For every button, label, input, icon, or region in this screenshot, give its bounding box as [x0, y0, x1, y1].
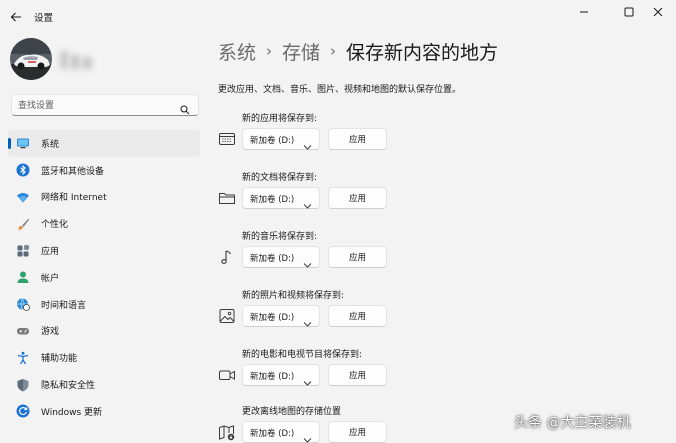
drive-select[interactable]: 新加卷 (D:) — [242, 187, 320, 209]
page-title: 保存新内容的地方 — [346, 41, 499, 64]
apply-button[interactable]: 应用 — [328, 187, 387, 209]
drive-select[interactable]: 新加卷 (D:) — [242, 246, 320, 268]
update-icon — [16, 404, 30, 418]
sidebar-item-label: Windows 更新 — [41, 407, 103, 418]
breadcrumb-system[interactable]: 系统 — [218, 38, 256, 65]
sidebar-item-system[interactable]: 系统 — [8, 130, 200, 157]
app-window-icon — [218, 130, 236, 148]
page-description: 更改应用、文档、音乐、图片、视频和地图的默认保存位置。 — [218, 85, 462, 95]
drive-select[interactable]: 新加卷 (D:) — [242, 305, 320, 327]
breadcrumb-separator: › — [330, 42, 337, 60]
chevron-down-icon — [303, 313, 312, 327]
close-button[interactable] — [640, 0, 676, 22]
sidebar-item-personalization[interactable]: 个性化 — [8, 210, 200, 237]
wifi-icon — [16, 190, 30, 204]
drive-select-value: 新加卷 (D:) — [250, 429, 295, 439]
sidebar-item-windows-update[interactable]: Windows 更新 — [8, 398, 200, 425]
sidebar-item-label: 蓝牙和其他设备 — [41, 166, 105, 177]
minimize-icon — [579, 2, 589, 21]
drive-select[interactable]: 新加卷 (D:) — [242, 364, 320, 386]
drive-select[interactable]: 新加卷 (D:) — [242, 421, 320, 443]
apply-button[interactable]: 应用 — [328, 421, 387, 443]
sidebar-item-accessibility[interactable]: 辅助功能 — [8, 344, 200, 371]
music-note-icon — [218, 248, 236, 266]
chevron-down-icon — [303, 372, 312, 386]
sidebar-item-label: 时间和语言 — [41, 300, 87, 311]
account-icon — [16, 270, 30, 284]
chevron-down-icon — [303, 136, 312, 150]
gamepad-icon — [16, 324, 30, 338]
save-row-photos-videos: 新的照片和视频将保存到: 新加卷 (D:) 应用 — [218, 288, 598, 340]
sidebar-item-accounts[interactable]: 帐户 — [8, 264, 200, 291]
back-arrow-icon[interactable] — [9, 9, 23, 23]
shield-icon — [16, 378, 30, 392]
bluetooth-icon — [16, 163, 30, 177]
apply-button[interactable]: 应用 — [328, 305, 387, 327]
avatar[interactable] — [10, 38, 52, 80]
maximize-icon — [624, 2, 634, 21]
drive-select-value: 新加卷 (D:) — [250, 195, 295, 205]
chevron-down-icon — [303, 195, 312, 209]
minimize-button[interactable] — [566, 0, 602, 22]
sidebar-item-label: 帐户 — [41, 273, 60, 284]
watermark: 头条 @大白菜装机 — [514, 415, 631, 431]
accessibility-icon — [16, 351, 30, 365]
sidebar-item-label: 系统 — [41, 139, 60, 150]
drive-select-value: 新加卷 (D:) — [250, 254, 295, 264]
sidebar-item-privacy[interactable]: 隐私和安全性 — [8, 371, 200, 398]
sidebar-item-bluetooth[interactable]: 蓝牙和其他设备 — [8, 157, 200, 184]
search-input[interactable] — [18, 98, 178, 113]
globe-clock-icon — [16, 297, 30, 312]
sidebar-nav: 系统 蓝牙和其他设备 网络和 Internet 个性化 应用 帐户 时间和语言 … — [8, 130, 200, 425]
drive-select[interactable]: 新加卷 (D:) — [242, 128, 320, 150]
breadcrumb: 系统 › 存储 › 保存新内容的地方 — [218, 38, 498, 64]
drive-select-value: 新加卷 (D:) — [250, 372, 295, 382]
save-row-music: 新的音乐将保存到: 新加卷 (D:) 应用 — [218, 229, 598, 281]
sidebar-item-time-language[interactable]: 时间和语言 — [8, 291, 200, 318]
close-icon — [653, 2, 663, 21]
search-box[interactable] — [11, 94, 199, 116]
chevron-down-icon — [303, 429, 312, 443]
sidebar-item-label: 辅助功能 — [41, 354, 78, 365]
save-row-movies-tv: 新的电影和电视节目将保存到: 新加卷 (D:) 应用 — [218, 347, 598, 399]
title-bar: 设置 — [0, 0, 676, 32]
map-download-icon — [218, 423, 236, 441]
sidebar-item-label: 网络和 Internet — [41, 193, 107, 204]
window-title: 设置 — [34, 13, 54, 24]
breadcrumb-storage[interactable]: 存储 — [282, 38, 320, 65]
sidebar-item-label: 隐私和安全性 — [41, 381, 96, 392]
search-icon[interactable] — [180, 100, 190, 115]
drive-select-value: 新加卷 (D:) — [250, 313, 295, 323]
sidebar-item-apps[interactable]: 应用 — [8, 237, 200, 264]
sidebar-item-network[interactable]: 网络和 Internet — [8, 184, 200, 211]
drive-select-value: 新加卷 (D:) — [250, 136, 295, 146]
save-row-apps: 新的应用将保存到: 新加卷 (D:) 应用 — [218, 111, 598, 163]
breadcrumb-separator: › — [266, 42, 273, 60]
sidebar-item-label: 游戏 — [41, 327, 60, 338]
display-icon — [16, 136, 30, 150]
save-row-label: 新的文档将保存到: — [242, 173, 318, 183]
apply-button[interactable]: 应用 — [328, 364, 387, 386]
username-redacted — [60, 47, 94, 75]
save-row-label: 更改离线地图的存储位置 — [242, 407, 342, 417]
save-row-documents: 新的文档将保存到: 新加卷 (D:) 应用 — [218, 170, 598, 222]
video-camera-icon — [218, 366, 236, 384]
apply-button[interactable]: 应用 — [328, 128, 387, 150]
apply-button[interactable]: 应用 — [328, 246, 387, 268]
photo-icon — [218, 307, 236, 325]
sidebar-item-label: 个性化 — [41, 220, 69, 231]
save-row-label: 新的照片和视频将保存到: — [242, 291, 345, 301]
brush-icon — [16, 217, 30, 231]
sidebar-item-gaming[interactable]: 游戏 — [8, 318, 200, 345]
folder-icon — [218, 189, 236, 207]
save-row-label: 新的电影和电视节目将保存到: — [242, 350, 363, 360]
apps-icon — [16, 244, 30, 258]
save-row-label: 新的音乐将保存到: — [242, 232, 318, 242]
sidebar-item-label: 应用 — [41, 247, 60, 258]
save-row-label: 新的应用将保存到: — [242, 114, 318, 124]
chevron-down-icon — [303, 254, 312, 268]
